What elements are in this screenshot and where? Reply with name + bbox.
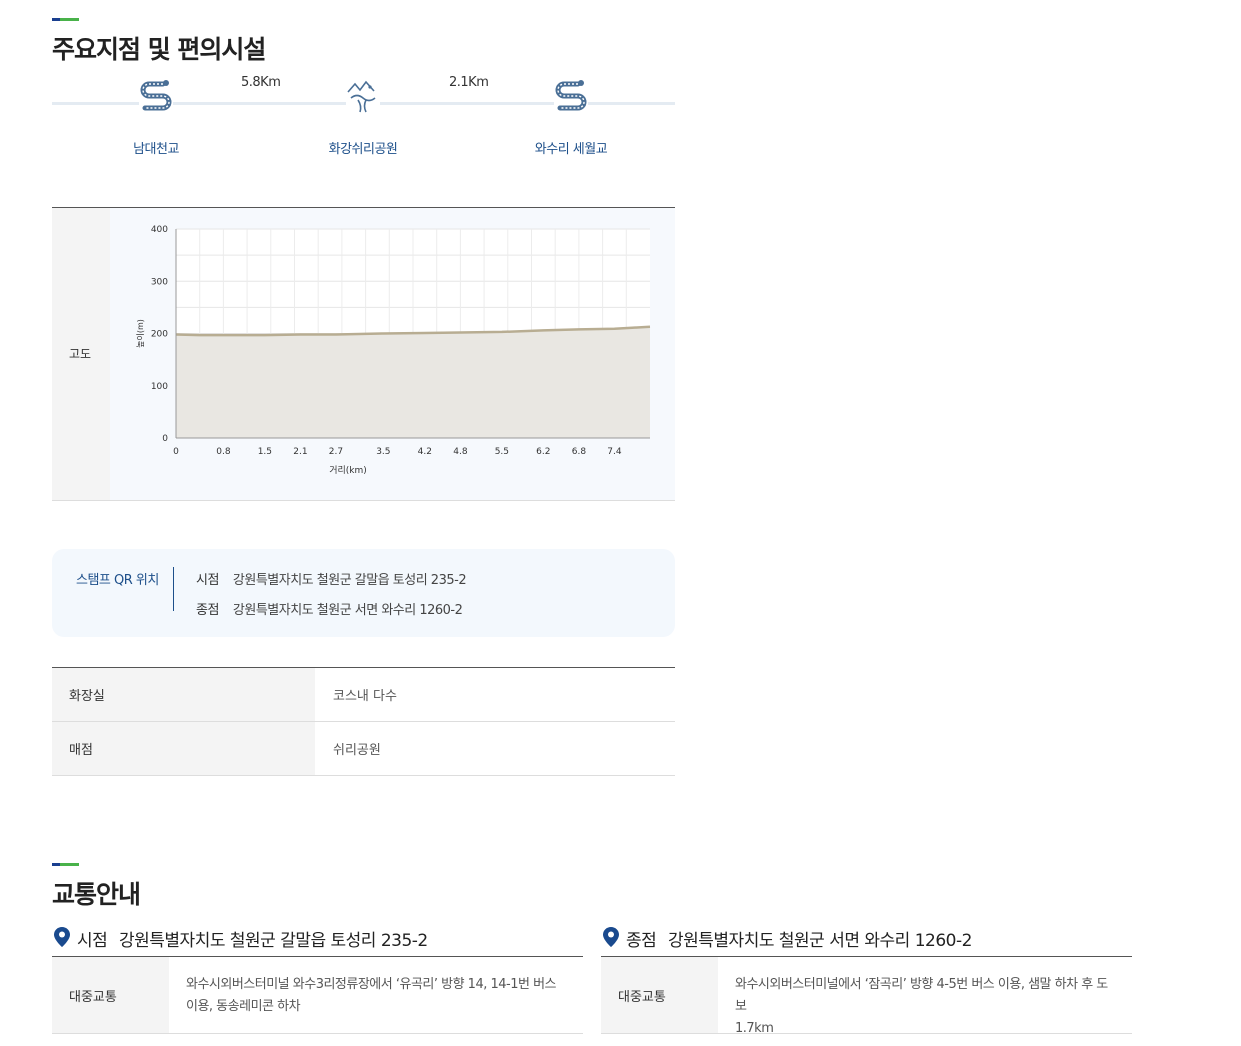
stamp-qr-box: 스탬프 QR 위치 시점 강원특별자치도 철원군 갈말읍 토성리 235-2 종점… (52, 549, 675, 637)
transport-desc-line: 이용, 동송레미콘 하차 (186, 999, 301, 1014)
altitude-label-cell: 고도 (52, 208, 110, 500)
y-tick-label: 300 (151, 277, 168, 287)
point-name-namdaecheon[interactable]: 남대천교 (96, 138, 216, 157)
winding-road-icon (554, 78, 588, 114)
x-tick-label: 0.8 (216, 447, 231, 457)
x-tick-label: 1.5 (258, 447, 272, 457)
x-tick-label: 5.5 (495, 447, 509, 457)
y-tick-label: 200 (151, 330, 168, 340)
altitude-area (176, 326, 650, 438)
x-axis-label: 거리(km) (329, 465, 367, 476)
facility-key: 매점 (52, 722, 315, 775)
altitude-chart: 0 100 200 300 400 0 0.8 1.5 2.1 2.7 3.5 4.2 4.8 5.5 6.… (110, 208, 675, 500)
point-name-hwagang-park[interactable]: 화강쉬리공원 (303, 138, 423, 157)
stamp-divider (173, 567, 174, 611)
route-points: 5.8Km 2.1Km 남대천교 화강쉬리공원 와수리 세월교 (52, 72, 675, 162)
y-tick-label: 400 (151, 225, 168, 235)
transport-start-address: 강원특별자치도 철원군 갈말읍 토성리 235-2 (119, 931, 428, 951)
transport-end-address: 강원특별자치도 철원군 서면 와수리 1260-2 (668, 931, 972, 951)
stamp-end-key: 종점 (196, 603, 219, 618)
transport-desc-line: 와수시외버스터미널에서 ‘잠곡리’ 방향 4-5번 버스 이용, 샘말 하차 후… (735, 977, 1108, 1014)
x-tick-label: 6.2 (536, 447, 550, 457)
transport-key: 대중교통 (52, 957, 169, 1033)
table-row: 화장실 코스내 다수 (52, 668, 675, 722)
stamp-end-value: 강원특별자치도 철원군 서면 와수리 1260-2 (232, 603, 463, 618)
transport-end: 종점 강원특별자치도 철원군 서면 와수리 1260-2 대중교통 와수시외버스… (601, 925, 1132, 1036)
x-tick-label: 4.8 (453, 447, 468, 457)
facility-value: 쉬리공원 (333, 743, 381, 758)
x-tick-label: 7.4 (607, 447, 622, 457)
stamp-end-row: 종점 강원특별자치도 철원군 서면 와수리 1260-2 (196, 599, 463, 618)
point-name-wasuri-bridge[interactable]: 와수리 세월교 (511, 138, 631, 157)
facility-key: 화장실 (52, 668, 315, 721)
x-tick-label: 2.7 (329, 447, 343, 457)
facilities-table: 화장실 코스내 다수 매점 쉬리공원 (52, 667, 675, 776)
transport-start-label: 시점 (77, 931, 108, 951)
transport-end-body: 대중교통 와수시외버스터미널에서 ‘잠곡리’ 방향 4-5번 버스 이용, 샘말… (601, 957, 1132, 1036)
stamp-start-value: 강원특별자치도 철원군 갈말읍 토성리 235-2 (232, 573, 467, 588)
fish-park-icon (346, 78, 380, 114)
altitude-chart-svg: 0 100 200 300 400 0 0.8 1.5 2.1 2.7 3.5 4.2 4.8 5.5 6.… (135, 225, 651, 476)
distance-label-1: 5.8Km (241, 75, 281, 90)
table-row: 매점 쉬리공원 (52, 722, 675, 776)
transport-desc-line: 1.7km (735, 1021, 774, 1036)
transport-key: 대중교통 (601, 957, 718, 1033)
altitude-panel: 고도 0 100 200 300 400 0 0.8 1.5 2.1 2.7 3.5 4.2 4.8 5.… (52, 207, 675, 501)
location-pin-icon (54, 927, 70, 947)
stamp-start-key: 시점 (196, 573, 219, 588)
distance-label-2: 2.1Km (449, 75, 489, 90)
y-tick-label: 0 (162, 434, 168, 444)
transport-end-label: 종점 (626, 931, 657, 951)
section-title-bar (52, 18, 79, 21)
y-tick-label: 100 (151, 382, 168, 392)
transport-start-body: 대중교통 와수시외버스터미널 와수3리정류장에서 ‘유곡리’ 방향 14, 14… (52, 957, 583, 1034)
transport-desc: 와수시외버스터미널 와수3리정류장에서 ‘유곡리’ 방향 14, 14-1번 버… (169, 957, 572, 1018)
x-tick-label: 3.5 (376, 447, 390, 457)
x-tick-label: 4.2 (418, 447, 432, 457)
location-pin-icon (603, 927, 619, 947)
points-section-title: 주요지점 및 편의시설 (52, 35, 266, 64)
altitude-label: 고도 (69, 347, 92, 361)
x-tick-label: 0 (173, 447, 179, 457)
transport-start-header: 시점 강원특별자치도 철원군 갈말읍 토성리 235-2 (52, 925, 583, 957)
x-tick-label: 2.1 (293, 447, 307, 457)
transport-desc: 와수시외버스터미널에서 ‘잠곡리’ 방향 4-5번 버스 이용, 샘말 하차 후… (718, 957, 1132, 1040)
facility-value: 코스내 다수 (333, 689, 397, 704)
transport-desc-line: 와수시외버스터미널 와수3리정류장에서 ‘유곡리’ 방향 14, 14-1번 버… (186, 977, 557, 992)
transport-section-title: 교통안내 (52, 880, 141, 909)
winding-road-icon (139, 78, 173, 114)
transport-start: 시점 강원특별자치도 철원군 갈말읍 토성리 235-2 대중교통 와수시외버스… (52, 925, 583, 1034)
stamp-qr-label: 스탬프 QR 위치 (76, 573, 159, 588)
x-tick-label: 6.8 (572, 447, 587, 457)
y-axis-label: 높이(m) (135, 319, 145, 348)
section-title-bar (52, 863, 79, 866)
stamp-start-row: 시점 강원특별자치도 철원군 갈말읍 토성리 235-2 (196, 569, 467, 588)
transport-end-header: 종점 강원특별자치도 철원군 서면 와수리 1260-2 (601, 925, 1132, 957)
